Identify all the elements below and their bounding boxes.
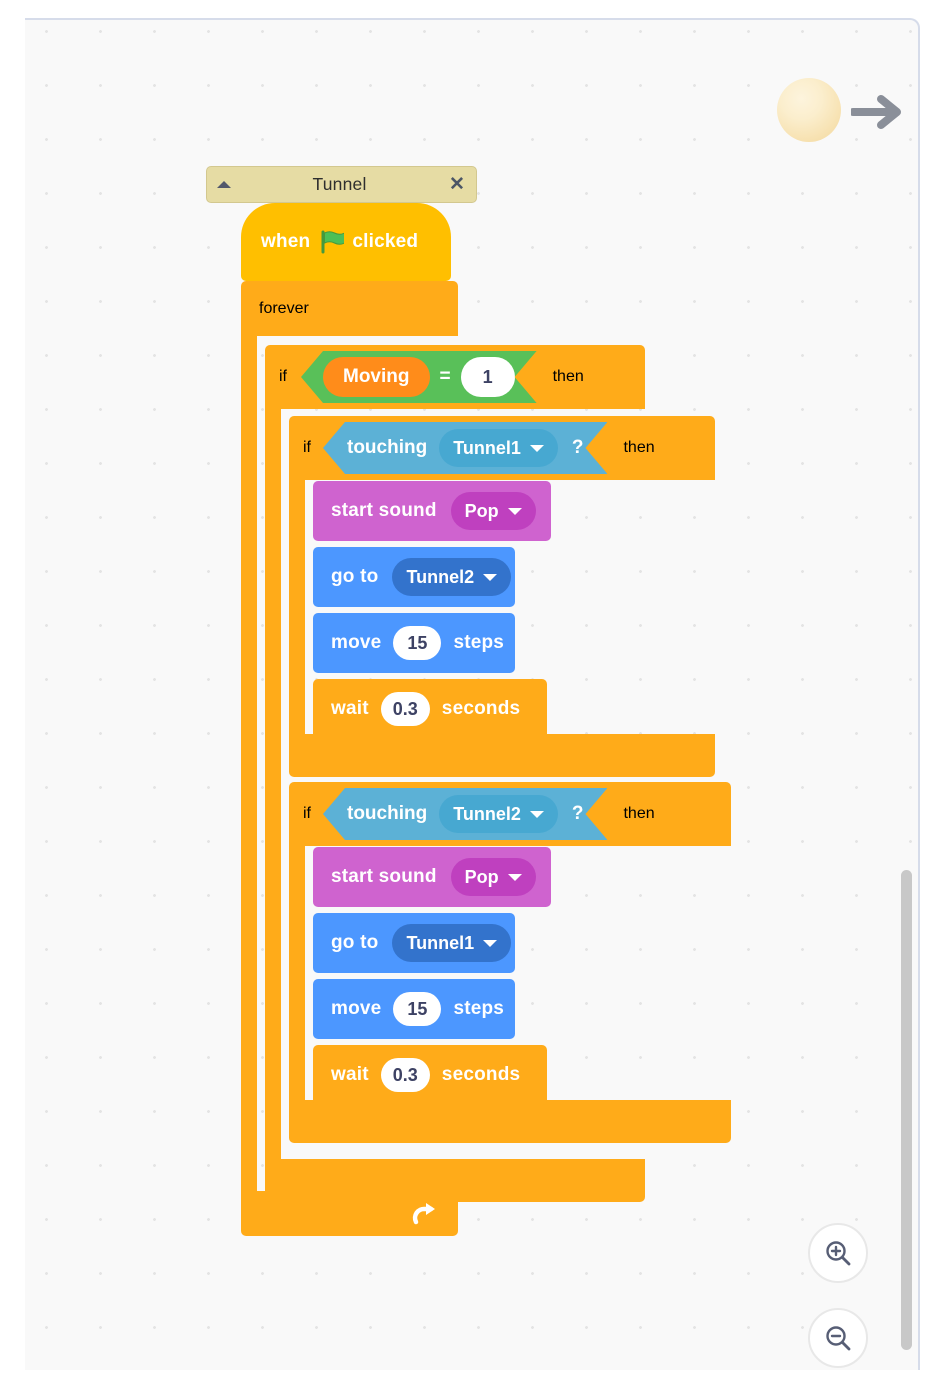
ball-sprite xyxy=(777,78,841,142)
if-b2-then-label: then xyxy=(623,805,655,822)
variable-moving[interactable]: Moving xyxy=(323,357,430,397)
if-outer-then-label: then xyxy=(552,368,584,385)
sound-value-1: Pop xyxy=(464,500,499,521)
steps-label-2: steps xyxy=(453,998,505,1019)
start-sound-label-2: start sound xyxy=(331,866,437,887)
block-start-sound-pop-2[interactable]: start sound Pop xyxy=(313,847,551,907)
close-icon[interactable]: ✕ xyxy=(438,173,476,196)
touching-question-mark-2: ? xyxy=(571,803,584,824)
sound-dropdown-2[interactable]: Pop xyxy=(450,858,536,896)
forever-arm xyxy=(241,336,257,1191)
vertical-scrollbar[interactable] xyxy=(901,870,912,1350)
equals-operator-symbol: = xyxy=(439,366,451,387)
move-steps-input-1[interactable]: 15 xyxy=(393,626,442,660)
wait-seconds-input-1[interactable]: 0.3 xyxy=(380,692,430,726)
if-outer-header[interactable]: if Moving = 1 then xyxy=(265,345,645,409)
touching-label: touching xyxy=(347,437,428,458)
if-b2-footer xyxy=(289,1100,731,1143)
green-flag-icon xyxy=(321,230,345,254)
block-move-15-steps-2[interactable]: move 15 steps xyxy=(313,979,515,1039)
comment-title: Tunnel xyxy=(312,174,367,194)
loop-arrow-icon xyxy=(412,1202,435,1224)
go-to-target-dropdown-2[interactable]: Tunnel1 xyxy=(392,924,512,962)
if-b2-arm xyxy=(289,846,305,1100)
if-b2-if-label: if xyxy=(303,805,311,822)
block-go-to-tunnel2[interactable]: go to Tunnel2 xyxy=(313,547,515,607)
zoom-out-icon xyxy=(826,1326,851,1351)
sound-value-2: Pop xyxy=(464,866,499,887)
zoom-in-button[interactable] xyxy=(808,1223,868,1283)
direction-arrow-icon xyxy=(851,95,901,129)
go-to-target-value-1: Tunnel2 xyxy=(406,566,475,587)
forever-label: forever xyxy=(259,299,309,317)
if-outer-arm xyxy=(265,409,281,1159)
if-b1-arm xyxy=(289,480,305,734)
move-steps-input-2[interactable]: 15 xyxy=(393,992,442,1026)
block-go-to-tunnel1[interactable]: go to Tunnel1 xyxy=(313,913,515,973)
if-b2-header[interactable]: if touching Tunnel2 ? then xyxy=(289,782,731,846)
chevron-down-icon xyxy=(483,939,498,947)
touching-target-dropdown-2[interactable]: Tunnel2 xyxy=(439,795,558,833)
block-operator-equals[interactable]: Moving = 1 xyxy=(301,351,537,403)
if-b1-if-label: if xyxy=(303,439,311,456)
block-when-flag-clicked[interactable]: when clicked xyxy=(241,203,451,281)
chevron-down-icon xyxy=(507,873,522,881)
go-to-target-dropdown-1[interactable]: Tunnel2 xyxy=(392,558,512,596)
wait-label-2: wait xyxy=(331,1064,369,1085)
block-sensing-touching-tunnel2[interactable]: touching Tunnel2 ? xyxy=(323,788,607,840)
hat-when-label: when xyxy=(261,231,311,252)
go-to-label-2: go to xyxy=(331,932,379,953)
hat-clicked-label: clicked xyxy=(352,231,419,252)
sprite-preview xyxy=(777,78,912,148)
block-move-15-steps-1[interactable]: move 15 steps xyxy=(313,613,515,673)
if-b1-then-label: then xyxy=(623,439,655,456)
comment-header[interactable]: Tunnel ✕ xyxy=(206,166,477,203)
chevron-down-icon xyxy=(507,507,522,515)
forever-header[interactable]: forever xyxy=(241,281,458,336)
zoom-in-icon xyxy=(826,1241,851,1266)
touching-target-value-2: Tunnel2 xyxy=(453,803,521,824)
sound-dropdown-1[interactable]: Pop xyxy=(450,492,536,530)
chevron-down-icon xyxy=(530,811,544,818)
go-to-label: go to xyxy=(331,566,379,587)
if-outer-footer xyxy=(265,1159,645,1202)
block-workspace-canvas[interactable]: Tunnel ✕ when clicked forever if Moving … xyxy=(25,18,920,1370)
comment-collapse-button[interactable] xyxy=(207,181,241,188)
touching-target-dropdown[interactable]: Tunnel1 xyxy=(439,429,558,467)
if-b1-footer xyxy=(289,734,715,777)
seconds-label-1: seconds xyxy=(441,698,521,719)
block-start-sound-pop-1[interactable]: start sound Pop xyxy=(313,481,551,541)
if-outer-if-label: if xyxy=(279,368,287,385)
touching-target-value: Tunnel1 xyxy=(453,437,521,458)
block-wait-0.3-seconds-1[interactable]: wait 0.3 seconds xyxy=(313,679,547,739)
wait-seconds-input-2[interactable]: 0.3 xyxy=(380,1058,430,1092)
chevron-down-icon xyxy=(483,573,498,581)
wait-label-1: wait xyxy=(331,698,369,719)
zoom-out-button[interactable] xyxy=(808,1308,868,1368)
move-label-1: move xyxy=(331,632,382,653)
operator-right-input[interactable]: 1 xyxy=(461,357,515,397)
triangle-up-icon xyxy=(217,181,231,188)
steps-label-1: steps xyxy=(453,632,505,653)
block-wait-0.3-seconds-2[interactable]: wait 0.3 seconds xyxy=(313,1045,547,1105)
start-sound-label: start sound xyxy=(331,500,437,521)
chevron-down-icon xyxy=(530,445,544,452)
if-b1-header[interactable]: if touching Tunnel1 ? then xyxy=(289,416,715,480)
seconds-label-2: seconds xyxy=(441,1064,521,1085)
touching-label-2: touching xyxy=(347,803,428,824)
go-to-target-value-2: Tunnel1 xyxy=(406,932,475,953)
block-sensing-touching-tunnel1[interactable]: touching Tunnel1 ? xyxy=(323,422,607,474)
touching-question-mark: ? xyxy=(571,437,584,458)
move-label-2: move xyxy=(331,998,382,1019)
